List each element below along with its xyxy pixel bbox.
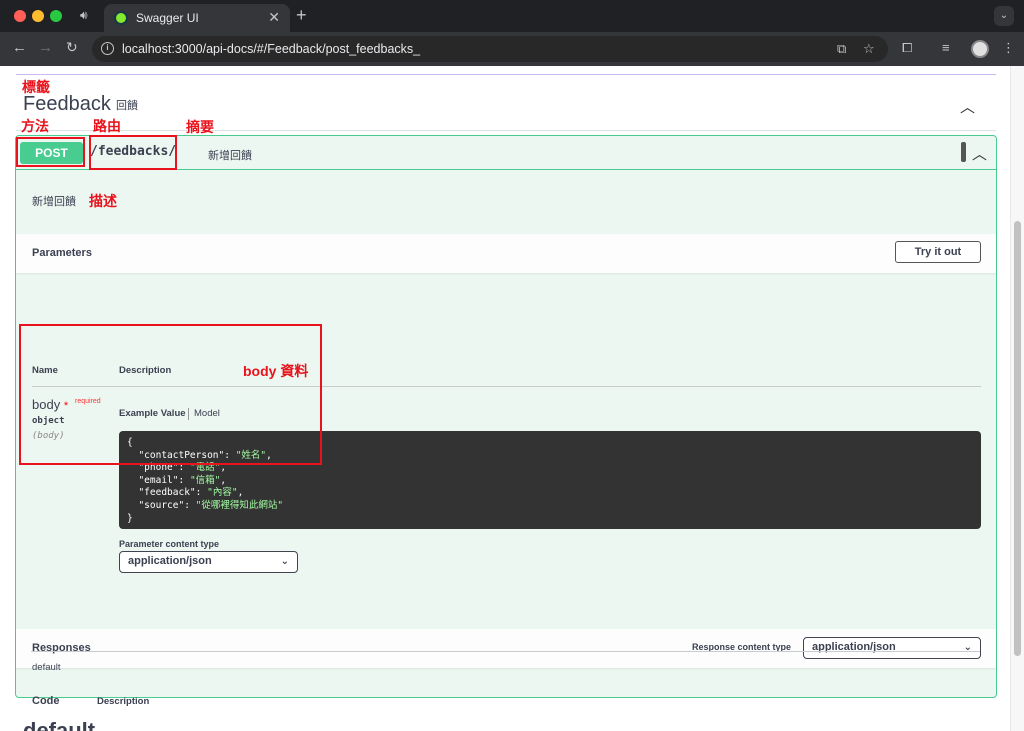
swagger-favicon-icon <box>114 11 128 25</box>
extensions-icon[interactable]: ⧠ <box>902 40 912 56</box>
operation-collapse-chevron-icon[interactable]: ︿ <box>972 143 987 164</box>
minimize-window-button[interactable] <box>32 10 44 22</box>
browser-tab[interactable]: Swagger UI ✕ <box>104 4 290 32</box>
forward-icon[interactable]: → <box>38 39 53 56</box>
scrollbar-thumb[interactable] <box>1014 221 1021 656</box>
back-icon[interactable]: ← <box>12 39 27 56</box>
translate-icon[interactable]: ⧉ <box>837 41 846 57</box>
browser-menu-icon[interactable]: ⋮ <box>1002 40 1015 56</box>
tag-title[interactable]: Feedback <box>23 93 111 116</box>
new-tab-icon[interactable]: + <box>296 5 307 26</box>
tab-title: Swagger UI <box>136 11 199 25</box>
annotation-method: 方法 <box>21 118 49 134</box>
annotation-box-body <box>19 324 322 465</box>
annotation-description: 描述 <box>89 193 117 209</box>
operation-summary: 新增回饋 <box>208 150 252 162</box>
response-content-type-select[interactable]: application/json ⌄ <box>803 637 981 659</box>
url-text[interactable]: localhost:3000/api-docs/#/Feedback/post_… <box>122 42 420 56</box>
parameter-content-type-select[interactable]: application/json ⌄ <box>119 551 298 573</box>
lock-icon[interactable] <box>961 142 966 162</box>
close-window-button[interactable] <box>14 10 26 22</box>
tab-search-icon[interactable]: ⌄ <box>994 6 1014 26</box>
column-header-response-description: Description <box>97 696 150 707</box>
browser-titlebar: 🔊︎ Swagger UI ✕ + ⌄ <box>0 0 1024 32</box>
next-tag-title[interactable]: default <box>23 718 95 731</box>
try-it-out-button[interactable]: Try it out <box>895 241 981 263</box>
site-info-icon[interactable]: i <box>101 42 114 55</box>
responses-title: Responses <box>32 642 91 654</box>
annotation-summary: 摘要 <box>186 119 214 135</box>
close-tab-icon[interactable]: ✕ <box>268 9 280 26</box>
annotation-box-method <box>16 137 85 167</box>
divider <box>16 74 996 75</box>
reload-icon[interactable]: ↻ <box>66 39 78 56</box>
annotation-box-route <box>89 135 177 170</box>
divider <box>16 130 996 131</box>
browser-toolbar: ← → ↻ i localhost:3000/api-docs/#/Feedba… <box>0 32 1024 66</box>
speaker-icon[interactable]: 🔊︎ <box>80 8 88 23</box>
chevron-down-icon: ⌄ <box>963 642 972 653</box>
maximize-window-button[interactable] <box>50 10 62 22</box>
responses-header: Responses Response content type applicat… <box>16 629 996 668</box>
parameters-title: Parameters <box>32 247 92 259</box>
response-code: default <box>32 662 61 673</box>
bookmark-star-icon[interactable]: ☆ <box>863 41 875 57</box>
page-scrollbar[interactable] <box>1010 66 1024 731</box>
tag-collapse-chevron-icon[interactable]: ︿ <box>960 96 975 117</box>
parameters-header: Parameters Try it out <box>16 234 996 273</box>
column-header-code: Code <box>32 695 60 707</box>
annotation-route: 路由 <box>93 118 121 134</box>
parameter-content-type-label: Parameter content type <box>119 539 220 549</box>
media-control-icon[interactable]: ≡ <box>942 40 950 55</box>
address-bar[interactable]: i localhost:3000/api-docs/#/Feedback/pos… <box>92 36 888 62</box>
tag-description: 回饋 <box>116 100 138 112</box>
chevron-down-icon: ⌄ <box>280 556 289 567</box>
operation-description: 新增回饋 <box>32 196 76 208</box>
profile-avatar[interactable] <box>971 40 989 58</box>
divider <box>31 651 980 652</box>
next-tag-chevron-icon[interactable]: ︿ <box>960 720 975 731</box>
swagger-page: 標籤 Feedback 回饋 ︿ 方法 路由 摘要 POST /feedback… <box>0 66 1024 731</box>
